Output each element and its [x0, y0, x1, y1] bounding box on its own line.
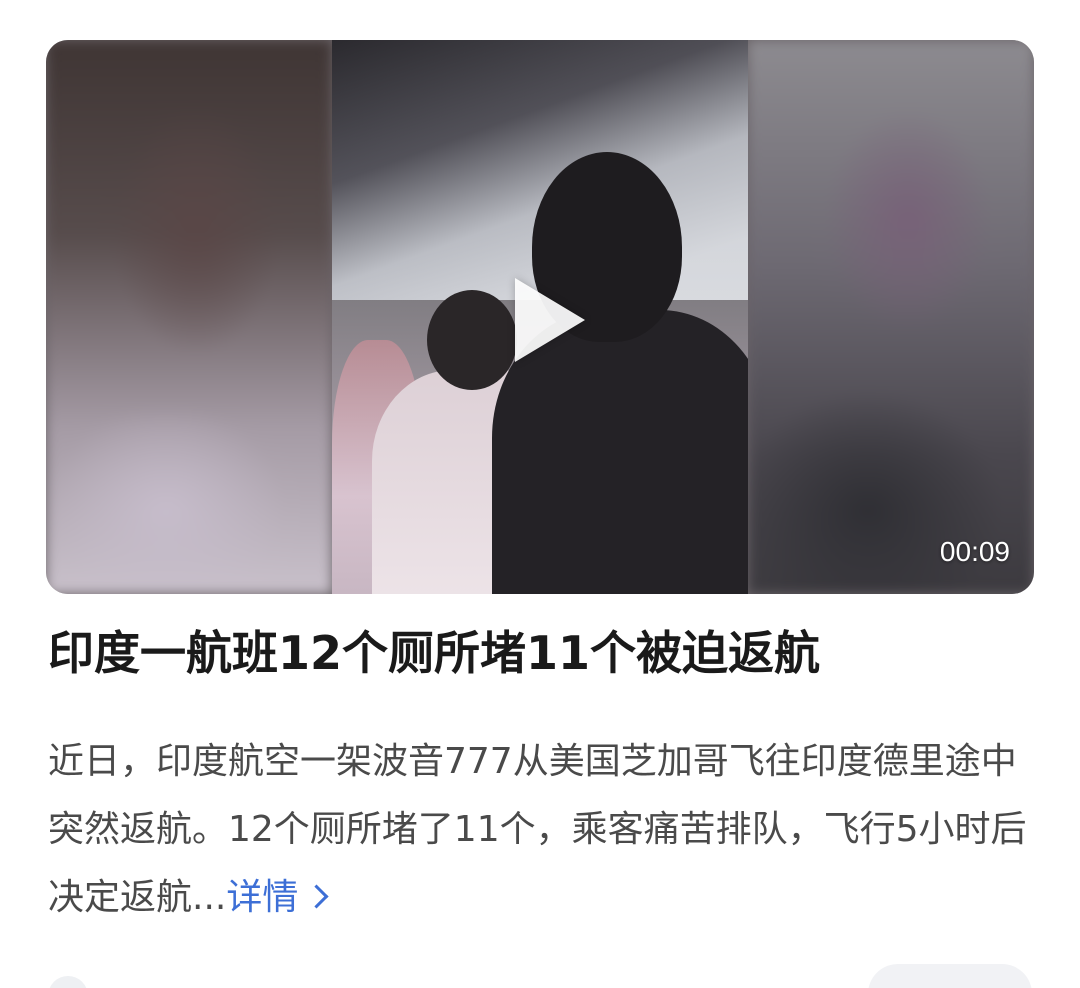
video-player[interactable]: 00:09: [46, 40, 1034, 594]
action-button[interactable]: [868, 964, 1032, 988]
news-card: 00:09 印度一航班12个厕所堵11个被迫返航 近日，印度航空一架波音777从…: [0, 0, 1080, 988]
avatar[interactable]: [48, 976, 88, 988]
article-summary-text: 近日，印度航空一架波音777从美国芝加哥飞往印度德里途中突然返航。12个厕所堵了…: [48, 741, 1027, 918]
article-summary: 近日，印度航空一架波音777从美国芝加哥飞往印度德里途中突然返航。12个厕所堵了…: [48, 728, 1033, 932]
video-blur-background-left: [46, 40, 332, 594]
details-link-label[interactable]: 详情: [226, 877, 298, 918]
play-icon[interactable]: [515, 278, 585, 362]
video-blur-background-right: [748, 40, 1034, 594]
chevron-right-icon[interactable]: [304, 884, 329, 909]
details-link[interactable]: 详情: [226, 877, 329, 918]
video-duration: 00:09: [939, 536, 1010, 567]
article-title[interactable]: 印度一航班12个厕所堵11个被迫返航: [48, 624, 1038, 684]
